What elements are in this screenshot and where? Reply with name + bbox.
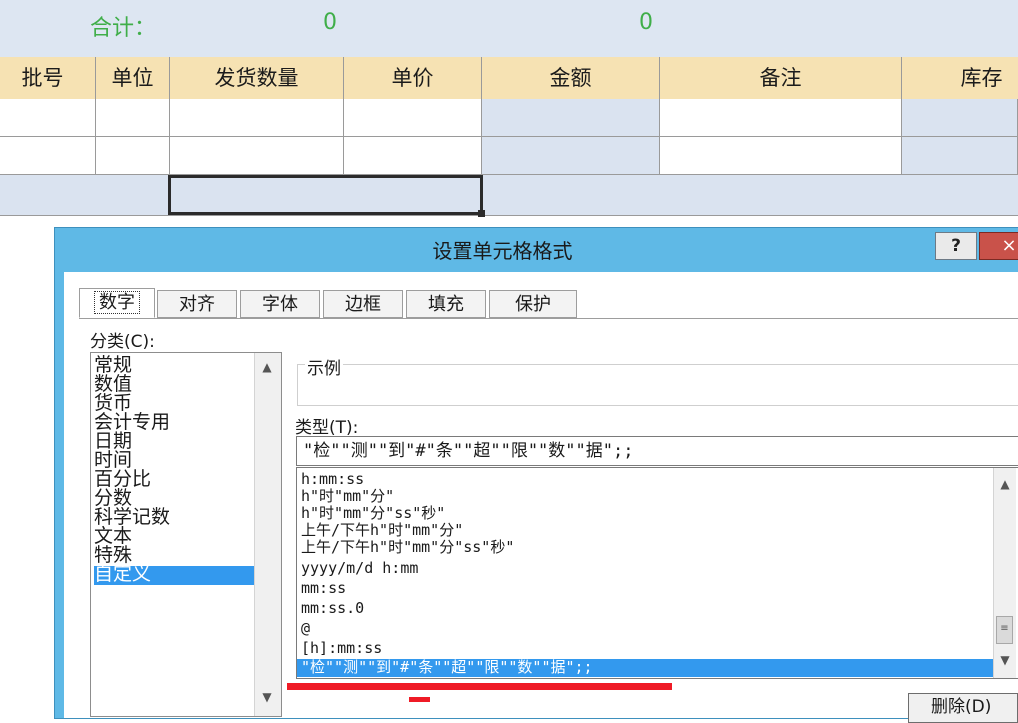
tab-border[interactable]: 边框 xyxy=(323,290,403,318)
format-item[interactable]: h"时"mm"分"ss"秒" xyxy=(301,505,991,522)
format-item[interactable]: 上午/下午h"时"mm"分"ss"秒" xyxy=(301,539,991,556)
table-cell[interactable] xyxy=(660,137,902,175)
header-row: 批号 单位 发货数量 单价 金额 备注 库存 xyxy=(0,57,1018,99)
red-underline-annotation xyxy=(287,683,672,690)
table-cell[interactable] xyxy=(902,99,1018,137)
table-cell[interactable] xyxy=(482,137,660,175)
format-cells-dialog: 设置单元格格式 ? × 数字 对齐 字体 边框 填充 保护 分类(C): 常规 … xyxy=(55,228,1018,718)
format-list[interactable]: h:mm:ss h"时"mm"分" h"时"mm"分"ss"秒" 上午/下午h"… xyxy=(296,467,1018,679)
table-cell[interactable] xyxy=(344,137,482,175)
category-label: 分类(C): xyxy=(90,332,155,352)
table-cell[interactable] xyxy=(0,99,96,137)
table-cell[interactable] xyxy=(902,137,1018,175)
scroll-up-icon[interactable]: ▲ xyxy=(999,478,1011,490)
header-cell-price[interactable]: 单价 xyxy=(344,57,482,99)
table-cell[interactable] xyxy=(170,137,344,175)
header-cell-ship-qty[interactable]: 发货数量 xyxy=(170,57,344,99)
header-cell-unit[interactable]: 单位 xyxy=(96,57,170,99)
category-scrollbar[interactable]: ▲ ▼ xyxy=(254,353,281,716)
tab-font[interactable]: 字体 xyxy=(240,290,320,318)
tab-number[interactable]: 数字 xyxy=(79,288,155,318)
scroll-thumb[interactable]: ≡ xyxy=(996,616,1013,644)
table-row xyxy=(0,137,1018,175)
scroll-down-icon[interactable]: ▼ xyxy=(261,691,273,703)
table-cell[interactable] xyxy=(96,137,170,175)
header-cell-remark[interactable]: 备注 xyxy=(660,57,902,99)
table-cell[interactable] xyxy=(660,99,902,137)
table-cell[interactable] xyxy=(0,137,96,175)
table-cell[interactable] xyxy=(96,99,170,137)
help-button[interactable]: ? xyxy=(935,232,977,260)
category-item-custom[interactable]: 自定义 xyxy=(94,565,254,585)
format-item-selected[interactable]: "检""测""到"#"条""超""限""数""据";; xyxy=(297,659,996,677)
sum-row: 合计： 0 0 xyxy=(0,0,1018,58)
table-row xyxy=(0,175,1018,216)
header-cell-amount[interactable]: 金额 xyxy=(482,57,660,99)
format-item[interactable]: yyyy/m/d h:mm xyxy=(301,560,991,577)
type-label: 类型(T): xyxy=(295,418,359,438)
dialog-title-bar[interactable]: 设置单元格格式 ? × xyxy=(55,228,1018,270)
fill-handle[interactable] xyxy=(478,210,485,217)
format-item[interactable]: mm:ss.0 xyxy=(301,600,991,617)
table-cell[interactable] xyxy=(344,99,482,137)
table-cell[interactable] xyxy=(482,99,660,137)
scroll-up-icon[interactable]: ▲ xyxy=(261,361,273,373)
sum-value-quantity: 0 xyxy=(323,10,337,35)
selected-cell[interactable] xyxy=(168,175,483,215)
spreadsheet: 合计： 0 0 批号 单位 发货数量 单价 金额 备注 库存 xyxy=(0,0,1018,218)
dialog-title: 设置单元格格式 xyxy=(432,239,573,263)
category-list[interactable]: 常规 数值 货币 会计专用 日期 时间 百分比 分数 科学记数 文本 特殊 自定… xyxy=(90,352,282,717)
format-item[interactable]: @ xyxy=(301,620,991,637)
tab-alignment[interactable]: 对齐 xyxy=(157,290,237,318)
header-cell-batch[interactable]: 批号 xyxy=(0,57,96,99)
type-input[interactable]: "检""测""到"#"条""超""限""数""据";; xyxy=(296,436,1018,466)
table-row xyxy=(0,99,1018,137)
sum-value-amount: 0 xyxy=(639,10,653,35)
format-scrollbar[interactable]: ▲ ≡ ▼ xyxy=(993,468,1016,678)
tab-label: 数字 xyxy=(94,291,140,314)
close-button[interactable]: × xyxy=(979,232,1018,260)
format-item[interactable]: [h]:mm:ss xyxy=(301,640,991,657)
scroll-down-icon[interactable]: ▼ xyxy=(999,654,1011,666)
tab-divider xyxy=(79,318,1018,319)
sample-box xyxy=(297,364,1018,406)
sum-label: 合计： xyxy=(90,16,157,41)
table-cell[interactable] xyxy=(170,99,344,137)
tab-fill[interactable]: 填充 xyxy=(406,290,486,318)
delete-button[interactable]: 删除(D) xyxy=(908,693,1018,723)
format-item[interactable]: 上午/下午h"时"mm"分" xyxy=(301,522,991,539)
sample-label: 示例 xyxy=(305,354,343,379)
format-item[interactable]: h"时"mm"分" xyxy=(301,488,991,505)
header-cell-stock[interactable]: 库存 xyxy=(902,57,1018,99)
dialog-body: 数字 对齐 字体 边框 填充 保护 分类(C): 常规 数值 货币 会计专用 日… xyxy=(64,272,1018,718)
format-item[interactable]: mm:ss xyxy=(301,580,991,597)
red-underline-annotation xyxy=(409,697,430,702)
format-item[interactable]: h:mm:ss xyxy=(301,471,991,488)
tab-protection[interactable]: 保护 xyxy=(489,290,577,318)
